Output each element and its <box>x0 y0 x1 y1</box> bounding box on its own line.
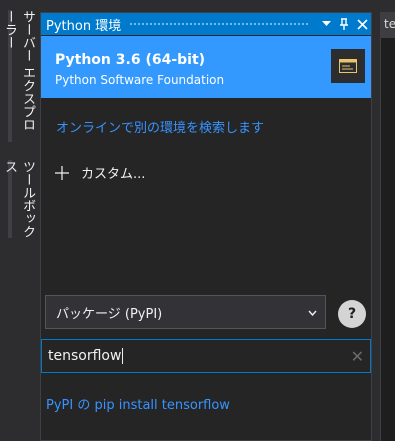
pin-icon[interactable] <box>335 13 353 35</box>
dropdown-arrow-icon[interactable] <box>317 13 335 35</box>
open-interactive-window-button[interactable] <box>331 49 365 83</box>
help-button[interactable]: ? <box>338 300 366 328</box>
python-environments-panel: Python 環境 Python 3.6 (64-bit) Python Sof… <box>40 12 372 441</box>
text-caret <box>122 348 124 364</box>
console-window-icon <box>339 59 357 73</box>
drag-grip[interactable] <box>129 21 309 27</box>
pip-install-link[interactable]: PyPI の pip install tensorflow <box>46 394 230 413</box>
panel-title: Python 環境 <box>46 18 122 34</box>
close-icon[interactable] <box>353 13 371 35</box>
search-online-environments-link[interactable]: オンラインで別の環境を検索します <box>56 117 264 136</box>
package-source-select[interactable]: パッケージ (PyPI) <box>45 295 326 329</box>
environment-name: Python 3.6 (64-bit) <box>55 52 206 68</box>
environment-item[interactable]: Python 3.6 (64-bit) Python Software Foun… <box>41 36 371 98</box>
add-custom-environment[interactable]: カスタム... <box>55 163 145 182</box>
clear-search-icon[interactable]: ✕ <box>351 347 364 366</box>
package-source-value: パッケージ (PyPI) <box>56 306 163 322</box>
sidebar-tab-server-explorer[interactable]: サーバー エクスプローラー <box>2 10 36 142</box>
custom-label: カスタム... <box>81 167 146 182</box>
package-search-value: tensorflow <box>48 348 122 364</box>
sidebar-tab-toolbox[interactable]: ツールボックス <box>2 160 36 238</box>
panel-header: Python 環境 <box>41 13 371 35</box>
chevron-down-icon <box>308 305 317 320</box>
editor-area <box>380 38 395 441</box>
package-search-input[interactable]: tensorflow ✕ <box>41 339 371 373</box>
environment-vendor: Python Software Foundation <box>55 73 225 87</box>
plus-icon <box>55 164 73 182</box>
editor-tab[interactable]: te <box>380 12 395 38</box>
